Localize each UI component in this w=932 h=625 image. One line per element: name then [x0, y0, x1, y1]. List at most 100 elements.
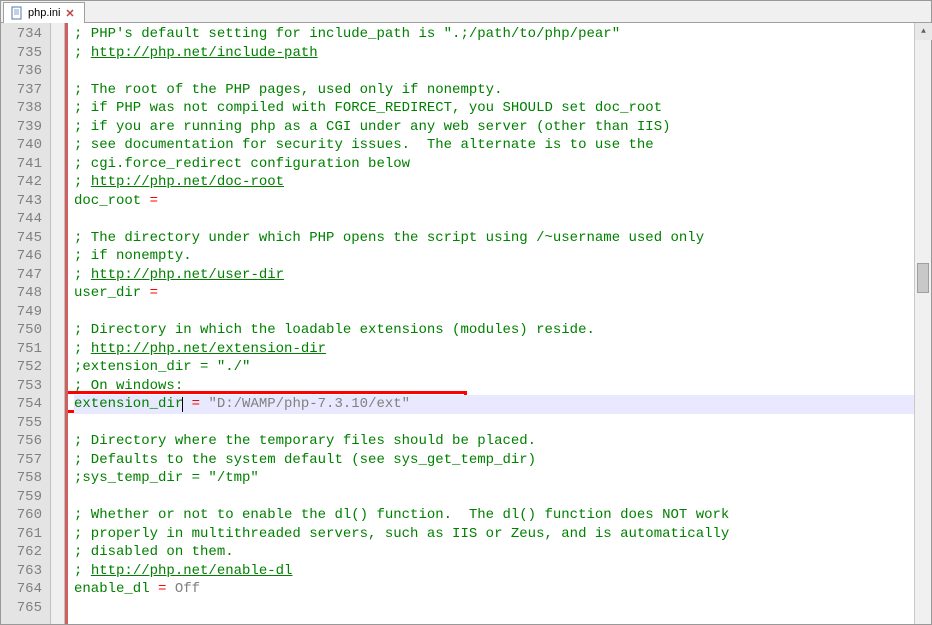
line-number: 735	[1, 44, 42, 63]
line-number: 764	[1, 580, 42, 599]
comment-prefix: ;	[74, 267, 91, 283]
line-number: 747	[1, 266, 42, 285]
link[interactable]: http://php.net/extension-dir	[91, 341, 326, 357]
code-line[interactable]	[74, 599, 914, 618]
code-line[interactable]: ; http://php.net/enable-dl	[74, 562, 914, 581]
line-number: 740	[1, 136, 42, 155]
scroll-thumb[interactable]	[917, 263, 929, 293]
code-line[interactable]: ;sys_temp_dir = "/tmp"	[74, 469, 914, 488]
line-number: 738	[1, 99, 42, 118]
comment-text: ; cgi.force_redirect configuration below	[74, 156, 410, 172]
line-number: 758	[1, 469, 42, 488]
comment-text: ; properly in multithreaded servers, suc…	[74, 526, 729, 542]
equals-sign: =	[141, 285, 158, 301]
code-line[interactable]: ;extension_dir = "./"	[74, 358, 914, 377]
code-line[interactable]: ; if nonempty.	[74, 247, 914, 266]
comment-text: ; if nonempty.	[74, 248, 192, 264]
comment-text: ;extension_dir = "./"	[74, 359, 250, 375]
comment-text: ;sys_temp_dir = "/tmp"	[74, 470, 259, 486]
directive-key: extension_dir	[74, 396, 183, 412]
line-number: 748	[1, 284, 42, 303]
equals-sign: =	[183, 396, 208, 412]
editor: 7347357367377387397407417427437447457467…	[1, 23, 931, 624]
line-number: 734	[1, 25, 42, 44]
directive-value: "D:/WAMP/php-7.3.10/ext"	[208, 396, 410, 412]
link[interactable]: http://php.net/user-dir	[91, 267, 284, 283]
code-line[interactable]: ; http://php.net/extension-dir	[74, 340, 914, 359]
comment-text: ; On windows:	[74, 378, 183, 394]
code-line[interactable]: ; properly in multithreaded servers, suc…	[74, 525, 914, 544]
line-number: 750	[1, 321, 42, 340]
code-line[interactable]: ; The directory under which PHP opens th…	[74, 229, 914, 248]
code-line[interactable]: ; PHP's default setting for include_path…	[74, 25, 914, 44]
code-line[interactable]: ; if PHP was not compiled with FORCE_RED…	[74, 99, 914, 118]
code-line[interactable]	[74, 488, 914, 507]
vertical-scrollbar[interactable]: ▲	[914, 23, 931, 624]
link[interactable]: http://php.net/enable-dl	[91, 563, 293, 579]
code-line[interactable]: ; http://php.net/user-dir	[74, 266, 914, 285]
comment-prefix: ;	[74, 341, 91, 357]
line-number: 756	[1, 432, 42, 451]
comment-text: ; if PHP was not compiled with FORCE_RED…	[74, 100, 662, 116]
comment-text: ; disabled on them.	[74, 544, 234, 560]
line-number: 755	[1, 414, 42, 433]
line-number: 762	[1, 543, 42, 562]
code-line[interactable]: ; http://php.net/doc-root	[74, 173, 914, 192]
tab-label: php.ini	[28, 7, 60, 19]
line-number: 743	[1, 192, 42, 211]
line-number: 746	[1, 247, 42, 266]
line-number: 744	[1, 210, 42, 229]
link[interactable]: http://php.net/include-path	[91, 45, 318, 61]
code-line[interactable]: enable_dl = Off	[74, 580, 914, 599]
code-line[interactable]: ; Defaults to the system default (see sy…	[74, 451, 914, 470]
code-line[interactable]: doc_root =	[74, 192, 914, 211]
line-number: 761	[1, 525, 42, 544]
code-line[interactable]: ; On windows:	[74, 377, 914, 396]
line-number: 737	[1, 81, 42, 100]
code-line[interactable]: ; cgi.force_redirect configuration below	[74, 155, 914, 174]
directive-key: user_dir	[74, 285, 141, 301]
file-icon	[10, 6, 24, 20]
equals-sign: =	[141, 193, 158, 209]
code-line[interactable]: ; Whether or not to enable the dl() func…	[74, 506, 914, 525]
code-area[interactable]: ; PHP's default setting for include_path…	[68, 23, 914, 624]
comment-prefix: ;	[74, 563, 91, 579]
link[interactable]: http://php.net/doc-root	[91, 174, 284, 190]
tab-bar: php.ini	[1, 1, 931, 23]
line-number: 760	[1, 506, 42, 525]
code-line[interactable]: ; disabled on them.	[74, 543, 914, 562]
comment-text: ; PHP's default setting for include_path…	[74, 26, 620, 42]
scroll-up-arrow[interactable]: ▲	[915, 23, 932, 40]
equals-sign: =	[150, 581, 175, 597]
close-icon[interactable]	[64, 7, 76, 19]
tab-phpini[interactable]: php.ini	[3, 2, 85, 23]
line-number: 759	[1, 488, 42, 507]
comment-text: ; Directory in which the loadable extens…	[74, 322, 595, 338]
directive-value: Off	[175, 581, 200, 597]
comment-text: ; Directory where the temporary files sh…	[74, 433, 536, 449]
code-line[interactable]: user_dir =	[74, 284, 914, 303]
code-line[interactable]	[74, 303, 914, 322]
code-line[interactable]: ; see documentation for security issues.…	[74, 136, 914, 155]
line-number-gutter: 7347357367377387397407417427437447457467…	[1, 23, 51, 624]
code-line[interactable]	[74, 62, 914, 81]
directive-key: enable_dl	[74, 581, 150, 597]
code-line[interactable]	[74, 210, 914, 229]
code-line[interactable]	[74, 414, 914, 433]
code-line[interactable]: extension_dir = "D:/WAMP/php-7.3.10/ext"	[74, 395, 914, 414]
fold-margin	[51, 23, 65, 624]
line-number: 763	[1, 562, 42, 581]
comment-text: ; see documentation for security issues.…	[74, 137, 654, 153]
code-line[interactable]: ; if you are running php as a CGI under …	[74, 118, 914, 137]
code-line[interactable]: ; Directory in which the loadable extens…	[74, 321, 914, 340]
comment-text: ; if you are running php as a CGI under …	[74, 119, 671, 135]
code-line[interactable]: ; The root of the PHP pages, used only i…	[74, 81, 914, 100]
comment-text: ; The directory under which PHP opens th…	[74, 230, 704, 246]
comment-text: ; Defaults to the system default (see sy…	[74, 452, 536, 468]
line-number: 749	[1, 303, 42, 322]
code-line[interactable]: ; http://php.net/include-path	[74, 44, 914, 63]
line-number: 753	[1, 377, 42, 396]
comment-prefix: ;	[74, 174, 91, 190]
line-number: 736	[1, 62, 42, 81]
code-line[interactable]: ; Directory where the temporary files sh…	[74, 432, 914, 451]
